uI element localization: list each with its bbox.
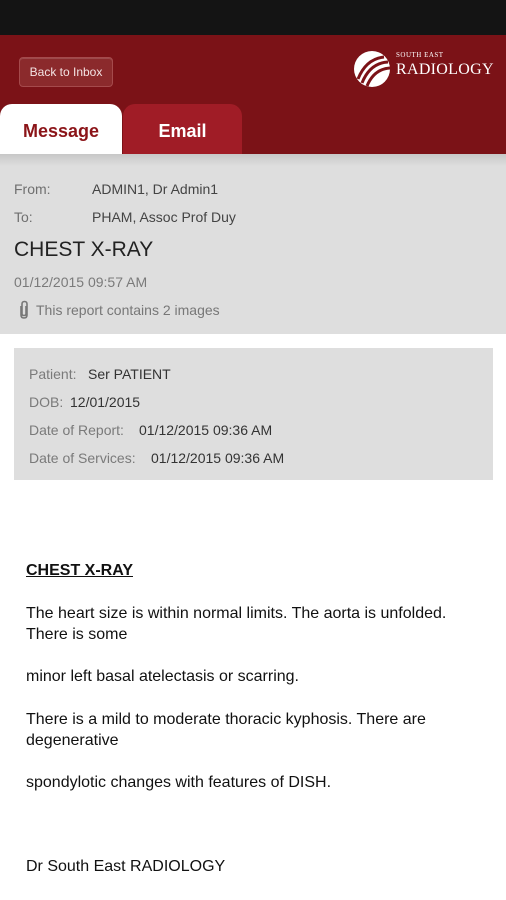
report-paragraph-4: spondylotic changes with features of DIS… xyxy=(26,774,332,791)
message-date: 01/12/2015 09:57 AM xyxy=(14,274,148,290)
date-of-services-label: Date of Services: xyxy=(29,450,136,466)
from-value: ADMIN1, Dr Admin1 xyxy=(92,181,219,197)
patient-label: Patient: xyxy=(29,366,77,382)
message-subject: CHEST X-RAY xyxy=(14,238,154,261)
logo-mark-icon xyxy=(354,51,391,87)
dob-value: 12/01/2015 xyxy=(70,394,141,410)
date-of-report-value: 01/12/2015 09:36 AM xyxy=(139,422,273,438)
logo-small-text: SOUTH EAST xyxy=(396,51,444,59)
to-label: To: xyxy=(14,209,33,225)
report-paragraph-1: The heart size is within normal limits. … xyxy=(26,605,447,643)
report-title: CHEST X-RAY xyxy=(26,562,133,579)
from-label: From: xyxy=(14,181,51,197)
logo-big-text: RADIOLOGY xyxy=(396,61,494,78)
date-of-report-label: Date of Report: xyxy=(29,422,124,438)
report-signature: Dr South East RADIOLOGY xyxy=(26,858,226,875)
report-paragraph-3: There is a mild to moderate thoracic kyp… xyxy=(26,711,426,749)
date-of-services-value: 01/12/2015 09:36 AM xyxy=(151,450,285,466)
patient-value: Ser PATIENT xyxy=(88,366,171,382)
attachment-note[interactable]: This report contains 2 images xyxy=(36,302,220,318)
meta-shadow xyxy=(0,154,506,166)
south-east-radiology-logo: SOUTH EAST RADIOLOGY xyxy=(352,47,494,91)
tab-email[interactable]: Email xyxy=(123,104,242,154)
status-bar xyxy=(0,0,506,35)
report-paragraph-2: minor left basal atelectasis or scarring… xyxy=(26,668,299,685)
dob-label: DOB: xyxy=(29,394,64,410)
tab-message[interactable]: Message xyxy=(0,104,122,154)
back-to-inbox-button[interactable]: Back to Inbox xyxy=(19,57,113,87)
to-value: PHAM, Assoc Prof Duy xyxy=(92,209,236,225)
paperclip-icon xyxy=(20,300,28,319)
